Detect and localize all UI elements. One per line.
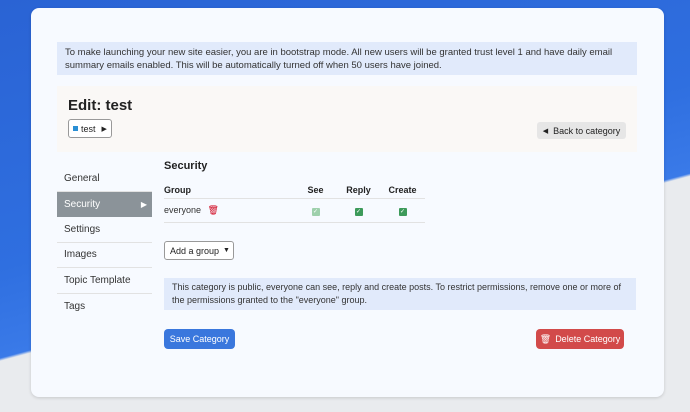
permissions-info-notice: This category is public, everyone can se… [164, 278, 636, 310]
notice-text: To make launching your new site easier, … [65, 47, 613, 71]
nav-label: Topic Template [64, 274, 131, 286]
create-checkbox[interactable]: ✓ [398, 207, 407, 216]
nav-item-tags[interactable]: Tags [57, 294, 152, 320]
nav-label: Settings [64, 223, 101, 235]
info-text: This category is public, everyone can se… [172, 282, 622, 305]
see-checkbox[interactable]: ✓ [311, 207, 320, 216]
nav-label: Tags [64, 300, 86, 312]
nav-item-security[interactable]: Security ▶ [57, 191, 152, 217]
permissions-table: Group See Reply Create everyone 🗑 ✓ ✓ ✓ [164, 182, 425, 223]
group-name: everyone [164, 204, 202, 215]
chevron-right-icon: ▶ [140, 199, 147, 209]
reply-cell: ✓ [337, 198, 380, 223]
add-group-label: Add a group [170, 245, 220, 256]
bootstrap-mode-notice: To make launching your new site easier, … [57, 42, 637, 75]
reply-checkbox[interactable]: ✓ [354, 207, 363, 216]
column-header-create: Create [380, 182, 425, 199]
create-cell: ✓ [380, 198, 425, 223]
back-to-category-button[interactable]: ◀ Back to category [537, 122, 626, 139]
column-header-reply: Reply [337, 182, 380, 199]
category-header: Edit: test test ▶ ◀ Back to category [57, 86, 637, 152]
group-cell: everyone 🗑 [164, 198, 294, 223]
category-chip-dropdown[interactable]: test ▶ [68, 119, 112, 138]
see-cell: ✓ [294, 198, 337, 223]
nav-item-settings[interactable]: Settings [57, 217, 152, 243]
nav-item-topic-template[interactable]: Topic Template [57, 268, 152, 294]
caret-down-icon: ▼ [223, 247, 230, 254]
column-header-see: See [294, 182, 337, 199]
edit-category-card: To make launching your new site easier, … [31, 8, 664, 397]
caret-right-icon: ▶ [101, 125, 107, 133]
trash-icon[interactable]: 🗑 [208, 205, 219, 215]
back-button-label: Back to category [553, 125, 621, 136]
chevron-left-icon: ◀ [542, 127, 549, 135]
save-category-button[interactable]: Save Category [164, 329, 235, 349]
add-group-dropdown[interactable]: Add a group ▼ [164, 241, 234, 260]
save-label: Save Category [169, 334, 230, 344]
nav-label: Security [64, 198, 101, 210]
nav-item-images[interactable]: Images [57, 243, 152, 268]
section-title: Security [164, 160, 208, 172]
delete-category-button[interactable]: 🗑 Delete Category [536, 329, 624, 349]
delete-label: Delete Category [555, 334, 621, 344]
table-header-row: Group See Reply Create [164, 182, 425, 199]
category-color-swatch [73, 126, 78, 131]
page-title: Edit: test [68, 97, 133, 114]
category-settings-nav: General Security ▶ Settings Images Topic… [57, 166, 152, 319]
trash-icon: 🗑 [539, 333, 552, 344]
table-row: everyone 🗑 ✓ ✓ ✓ [164, 198, 425, 223]
column-header-group: Group [164, 182, 294, 199]
security-panel: Security Group See Reply Create everyone… [164, 160, 638, 310]
nav-item-general[interactable]: General [57, 166, 152, 192]
nav-label: General [64, 172, 100, 184]
nav-label: Images [64, 249, 97, 261]
category-chip-label: test [81, 123, 96, 134]
